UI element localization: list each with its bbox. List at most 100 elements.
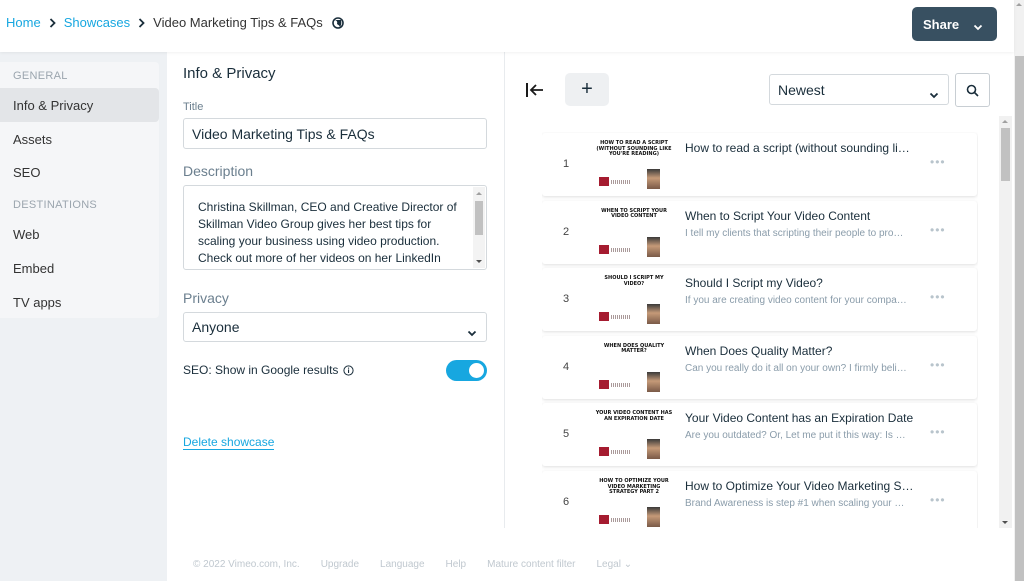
sidebar-item-label: Info & Privacy bbox=[13, 97, 94, 113]
page-scrollbar[interactable] bbox=[1014, 0, 1024, 581]
video-thumbnail[interactable]: When to script your video content bbox=[589, 204, 679, 260]
presenter-photo bbox=[647, 371, 660, 392]
scroll-up-icon[interactable] bbox=[1002, 120, 1008, 123]
sort-value: Newest bbox=[778, 81, 825, 98]
description-scrollbar[interactable] bbox=[473, 187, 485, 268]
sidebar-item-embed[interactable]: Embed bbox=[0, 251, 159, 285]
video-number: 3 bbox=[562, 293, 570, 306]
breadcrumb-current: Video Marketing Tips & FAQs bbox=[153, 15, 323, 30]
thumbnail-text: When to script your video content bbox=[601, 207, 667, 220]
info-privacy-panel: Info & Privacy Title Video Marketing Tip… bbox=[167, 52, 505, 528]
breadcrumb-showcases-link[interactable]: Showcases bbox=[64, 15, 130, 30]
thumbnail-text: Should I script my video? bbox=[604, 275, 664, 287]
description-textarea[interactable]: Christina Skillman, CEO and Creative Dir… bbox=[183, 185, 487, 270]
footer-links: © 2022 Vimeo.com, Inc. Upgrade Language … bbox=[193, 559, 653, 570]
video-title: When Does Quality Matter? bbox=[685, 343, 833, 358]
footer-link-upgrade[interactable]: Upgrade bbox=[321, 559, 359, 570]
brand-logo bbox=[599, 379, 609, 389]
sidebar-item-tv-apps[interactable]: TV apps bbox=[0, 285, 159, 319]
footer-link-legal[interactable]: Legal ⌄ bbox=[597, 559, 633, 570]
video-list-scrollbar[interactable] bbox=[999, 116, 1012, 528]
video-title: How to read a script (without sounding l… bbox=[685, 141, 910, 155]
settings-nav: GENERAL Info & Privacy Assets SEO DESTIN… bbox=[0, 62, 159, 318]
video-list-item[interactable]: 4 When does quality matter? When Does Qual… bbox=[542, 335, 977, 399]
scrollbar-thumb[interactable] bbox=[475, 201, 483, 235]
sidebar-item-label: Embed bbox=[13, 260, 55, 276]
more-options-icon[interactable]: ••• bbox=[930, 425, 946, 439]
seo-setting: SEO: Show in Google results bbox=[183, 363, 355, 377]
toggle-knob bbox=[469, 363, 484, 378]
share-button[interactable]: Share bbox=[912, 7, 997, 41]
privacy-select[interactable]: Anyone bbox=[183, 312, 487, 342]
scrollbar-thumb[interactable] bbox=[1015, 56, 1024, 581]
video-list: 1 How to read a script (without sounding … bbox=[542, 132, 978, 528]
chevron-down-icon bbox=[929, 86, 939, 102]
more-options-icon[interactable]: ••• bbox=[930, 493, 946, 507]
video-list-item[interactable]: 2 When to script your video content When t… bbox=[542, 200, 977, 264]
search-icon bbox=[966, 84, 979, 97]
thumbnail-text: When does quality matter? bbox=[603, 342, 665, 355]
video-list-item[interactable]: 5 Your video content has an expiration da… bbox=[542, 403, 977, 467]
panel-heading: Info & Privacy bbox=[183, 65, 276, 82]
more-options-icon[interactable]: ••• bbox=[930, 223, 946, 237]
scroll-down-icon[interactable] bbox=[476, 260, 482, 263]
delete-showcase-link[interactable]: Delete showcase bbox=[183, 435, 275, 450]
breadcrumb-home-link[interactable]: Home bbox=[6, 15, 41, 30]
footer-link-language[interactable]: Language bbox=[380, 559, 425, 570]
seo-toggle[interactable] bbox=[446, 360, 487, 381]
top-header: Home Showcases Video Marketing Tips & FA… bbox=[0, 0, 1014, 52]
arrow-left-bar-icon bbox=[526, 83, 543, 97]
video-list-item[interactable]: 3 Should I script my video? Should I Scrip… bbox=[542, 268, 977, 332]
chevron-down-icon bbox=[467, 324, 477, 340]
video-description: If you are creating video content for yo… bbox=[685, 295, 907, 307]
collapse-panel-button[interactable] bbox=[523, 78, 547, 102]
video-thumbnail[interactable]: How to optimize your video marketing str… bbox=[589, 475, 679, 528]
video-list-item[interactable]: 1 How to read a script (without sounding … bbox=[542, 133, 977, 196]
video-number: 6 bbox=[562, 496, 570, 508]
seo-label: SEO: Show in Google results bbox=[183, 363, 339, 377]
more-options-icon[interactable]: ••• bbox=[930, 155, 946, 169]
globe-icon bbox=[331, 16, 344, 29]
scroll-up-icon[interactable] bbox=[1016, 3, 1022, 6]
left-sidebar: GENERAL Info & Privacy Assets SEO DESTIN… bbox=[0, 52, 167, 581]
info-icon[interactable] bbox=[343, 364, 355, 376]
scroll-down-icon[interactable] bbox=[1002, 521, 1008, 524]
sidebar-item-seo[interactable]: SEO bbox=[0, 155, 159, 189]
video-thumbnail[interactable]: When does quality matter? bbox=[589, 339, 679, 395]
add-video-button[interactable]: + bbox=[565, 73, 609, 106]
video-thumbnail[interactable]: Your video content has an expiration dat… bbox=[589, 407, 679, 463]
share-label: Share bbox=[923, 16, 960, 32]
sidebar-item-assets[interactable]: Assets bbox=[0, 122, 159, 156]
sort-select[interactable]: Newest bbox=[769, 74, 949, 105]
video-thumbnail[interactable]: How to read a script (without sounding l… bbox=[589, 137, 679, 192]
scroll-up-icon[interactable] bbox=[476, 192, 482, 195]
more-options-icon[interactable]: ••• bbox=[930, 290, 946, 304]
title-input[interactable]: Video Marketing Tips & FAQs bbox=[183, 118, 487, 149]
footer: © 2022 Vimeo.com, Inc. Upgrade Language … bbox=[167, 528, 1014, 581]
scrollbar-thumb[interactable] bbox=[1001, 128, 1010, 181]
sidebar-item-info-privacy[interactable]: Info & Privacy bbox=[0, 88, 159, 122]
description-label: Description bbox=[183, 163, 254, 179]
more-options-icon[interactable]: ••• bbox=[930, 358, 946, 372]
presenter-photo bbox=[647, 169, 660, 189]
video-title: How to Optimize Your Video Marketing S… bbox=[685, 479, 914, 493]
sidebar-item-web[interactable]: Web bbox=[0, 217, 159, 251]
video-description: Brand Awareness is step #1 when scaling … bbox=[685, 498, 905, 509]
video-list-panel: + Newest 1 How to read a script (without … bbox=[505, 52, 1014, 528]
footer-link-mature-content-filter[interactable]: Mature content filter bbox=[487, 559, 575, 570]
footer-link-help[interactable]: Help bbox=[446, 559, 467, 570]
brand-logo bbox=[599, 177, 609, 186]
presenter-photo bbox=[647, 304, 660, 325]
thumbnail-text: How to read a script (without sounding l… bbox=[596, 140, 672, 157]
presenter-photo bbox=[647, 507, 660, 527]
video-thumbnail[interactable]: Should I script my video? bbox=[589, 272, 679, 328]
nav-section-destinations: DESTINATIONS bbox=[13, 199, 98, 211]
search-button[interactable] bbox=[955, 73, 990, 107]
video-number: 1 bbox=[562, 158, 570, 170]
brand-logo-text bbox=[611, 518, 631, 522]
chevron-right-icon bbox=[138, 17, 145, 28]
video-list-item[interactable]: 6 How to optimize your video marketing st… bbox=[542, 471, 977, 528]
nav-section-general: GENERAL bbox=[13, 70, 68, 82]
chevron-right-icon bbox=[49, 17, 56, 28]
presenter-photo bbox=[647, 439, 660, 460]
